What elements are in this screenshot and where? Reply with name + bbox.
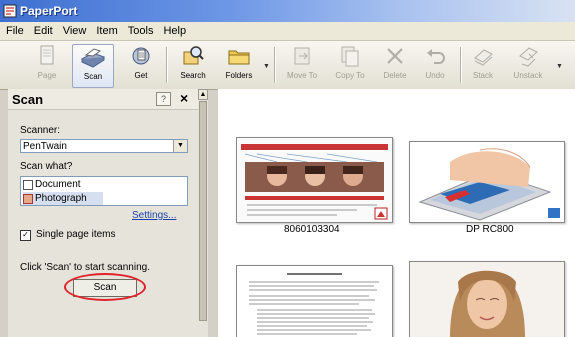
single-page-checkbox[interactable]: ✓ xyxy=(20,230,31,241)
undo-icon xyxy=(427,49,445,64)
scanner-label: Scanner: xyxy=(20,125,61,136)
page-button[interactable]: Page xyxy=(32,44,62,86)
scanner-select[interactable]: PenTwain ▼ xyxy=(20,139,188,153)
list-item-photograph[interactable]: Photograph xyxy=(23,192,103,205)
paperport-window: PaperPort File Edit View Item Tools Help… xyxy=(0,0,575,337)
close-icon[interactable]: × xyxy=(180,90,188,106)
scrollbar-thumb[interactable] xyxy=(199,101,207,321)
thumbnail-text-document[interactable] xyxy=(236,265,393,337)
toolbar-separator xyxy=(274,47,276,83)
thumbnail-portrait-photo[interactable] xyxy=(409,261,565,337)
toolbar-separator xyxy=(460,47,462,83)
get-icon xyxy=(132,47,150,65)
thumbnail-webpage-image[interactable] xyxy=(236,137,393,223)
scan-what-label: Scan what? xyxy=(20,161,73,172)
photograph-icon xyxy=(23,193,33,204)
search-icon xyxy=(183,46,204,65)
highlight-circle xyxy=(64,273,146,301)
paperport-app-icon xyxy=(3,4,17,18)
page-icon xyxy=(40,45,54,65)
stack-button[interactable]: Stack xyxy=(466,44,500,86)
document-icon xyxy=(23,179,33,190)
menu-file[interactable]: File xyxy=(0,25,29,37)
menu-view[interactable]: View xyxy=(58,25,92,37)
thumbnail-caption: DP RC800 xyxy=(466,224,514,235)
unstack-button[interactable]: Unstack xyxy=(508,44,548,86)
scan-pane: Scan ? × ▲ Scanner: PenTwain ▼ Scan what… xyxy=(8,89,208,337)
chevron-down-icon[interactable]: ▼ xyxy=(173,140,187,152)
menu-help[interactable]: Help xyxy=(158,25,191,37)
scan-pane-scrollbar[interactable]: ▲ xyxy=(198,89,208,337)
move-to-icon xyxy=(294,47,310,65)
search-button[interactable]: Search xyxy=(174,44,212,86)
more-dropdown-arrow-icon[interactable]: ▼ xyxy=(556,63,563,70)
window-title: PaperPort xyxy=(20,4,78,18)
undo-button[interactable]: Undo xyxy=(420,44,450,86)
scan-pane-header: Scan ? × xyxy=(8,89,207,110)
help-icon[interactable]: ? xyxy=(156,92,171,106)
folder-icon xyxy=(228,50,250,65)
delete-button[interactable]: Delete xyxy=(378,44,412,86)
portrait-photo-image xyxy=(410,262,564,337)
menu-edit[interactable]: Edit xyxy=(29,25,58,37)
text-document-image xyxy=(237,266,392,337)
single-page-label: Single page items xyxy=(36,229,116,240)
move-to-button[interactable]: Move To xyxy=(282,44,322,86)
settings-link[interactable]: Settings... xyxy=(132,210,176,221)
menu-item[interactable]: Item xyxy=(91,25,122,37)
toolbar: Page Scan Get Search Folders ▼ Move To C xyxy=(0,41,575,90)
list-item-document[interactable]: Document xyxy=(23,178,103,191)
webpage-image xyxy=(237,138,392,222)
thumbnail-area: 8060103304 DP RC800 xyxy=(218,89,575,337)
scan-pane-title: Scan xyxy=(12,92,44,107)
get-button[interactable]: Get xyxy=(124,44,158,86)
unstack-icon xyxy=(519,47,538,67)
scanner-select-value: PenTwain xyxy=(23,141,67,152)
copy-to-button[interactable]: Copy To xyxy=(330,44,370,86)
scan-what-list[interactable]: Document Photograph xyxy=(20,176,188,206)
stack-icon xyxy=(474,49,493,66)
delete-icon xyxy=(387,48,403,64)
copy-to-icon xyxy=(341,46,359,67)
thumbnail-caption: 8060103304 xyxy=(284,224,340,235)
instruction-text: Click 'Scan' to start scanning. xyxy=(20,262,150,273)
toolbar-separator xyxy=(166,47,168,83)
folders-button[interactable]: Folders xyxy=(220,44,258,86)
thumbnail-scanner-photo[interactable] xyxy=(409,141,565,223)
scanner-photo-image xyxy=(410,142,564,222)
scroll-up-icon[interactable]: ▲ xyxy=(198,89,208,100)
folders-dropdown-arrow-icon[interactable]: ▼ xyxy=(263,63,270,70)
menu-tools[interactable]: Tools xyxy=(123,25,159,37)
menu-bar: File Edit View Item Tools Help xyxy=(0,22,575,41)
title-bar: PaperPort xyxy=(0,0,575,22)
scanner-icon xyxy=(80,48,106,68)
scan-toolbar-button[interactable]: Scan xyxy=(72,44,114,88)
